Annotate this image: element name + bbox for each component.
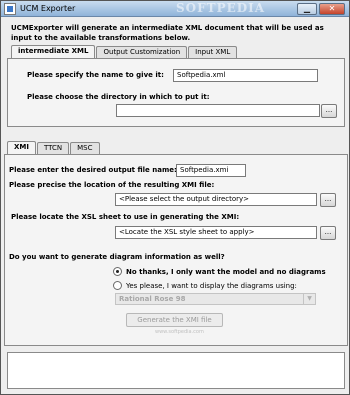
window-title: UCM Exporter [20, 4, 76, 13]
xsl-browse-button[interactable]: ... [320, 226, 336, 240]
radio-no-diagrams[interactable] [113, 267, 122, 276]
xml-dir-browse-button[interactable]: ... [321, 104, 337, 118]
tab-ttcn[interactable]: TTCN [36, 142, 70, 154]
location-label: Please precise the location of the resul… [9, 181, 215, 189]
diagram-question: Do you want to generate diagram informat… [9, 253, 225, 261]
xml-dir-field[interactable] [116, 104, 320, 117]
tab-input-xml[interactable]: Input XML [188, 46, 238, 58]
log-area[interactable] [7, 352, 345, 389]
softpedia-url-overlay: www.softpedia.com [155, 329, 204, 335]
option-no-diagrams[interactable]: No thanks, I only want the model and no … [113, 267, 326, 276]
option-no-diagrams-label: No thanks, I only want the model and no … [126, 267, 326, 276]
xsl-field[interactable]: <Locate the XSL style sheet to apply> [115, 226, 317, 239]
tab-xmi[interactable]: XMI [7, 141, 36, 154]
intro-text: UCMExporter will generate an intermediat… [11, 24, 324, 42]
chevron-down-icon[interactable]: ▼ [303, 294, 315, 304]
tab-msc[interactable]: MSC [70, 142, 100, 154]
diagram-tool-value: Rational Rose 98 [119, 295, 186, 303]
title-bar[interactable]: UCM Exporter SOFTPEDIA ▁ ✕ [1, 1, 349, 17]
xml-dir-label: Please choose the directory in which to … [27, 93, 210, 101]
tab-intermediate-xml[interactable]: intermediate XML [11, 45, 96, 58]
minimize-button[interactable]: ▁ [297, 3, 317, 15]
xml-name-field[interactable]: Softpedia.xml [173, 69, 318, 82]
diagram-tool-select[interactable]: Rational Rose 98 ▼ [115, 293, 316, 305]
intermediate-xml-panel: Please specify the name to give it: Soft… [7, 58, 345, 127]
generate-xmi-button[interactable]: Generate the XMI file [126, 313, 223, 327]
option-yes-diagrams[interactable]: Yes please, I want to display the diagra… [113, 281, 297, 290]
ucm-exporter-window: UCM Exporter SOFTPEDIA ▁ ✕ UCMExporter w… [0, 0, 350, 395]
output-name-field[interactable]: Softpedia.xmi [176, 164, 246, 177]
location-browse-button[interactable]: ... [320, 193, 336, 207]
tab-output-customization[interactable]: Output Customization [96, 46, 188, 58]
radio-yes-diagrams[interactable] [113, 281, 122, 290]
location-field[interactable]: <Please select the output directory> [115, 193, 317, 206]
xmi-panel: Please enter the desired output file nam… [4, 154, 348, 346]
xml-name-label: Please specify the name to give it: [27, 71, 164, 79]
close-button[interactable]: ✕ [319, 3, 345, 15]
option-yes-diagrams-label: Yes please, I want to display the diagra… [126, 281, 297, 290]
output-name-label: Please enter the desired output file nam… [9, 166, 177, 174]
app-icon [4, 3, 16, 15]
softpedia-watermark: SOFTPEDIA [176, 1, 266, 15]
xsl-label: Please locate the XSL sheet to use in ge… [11, 213, 240, 221]
